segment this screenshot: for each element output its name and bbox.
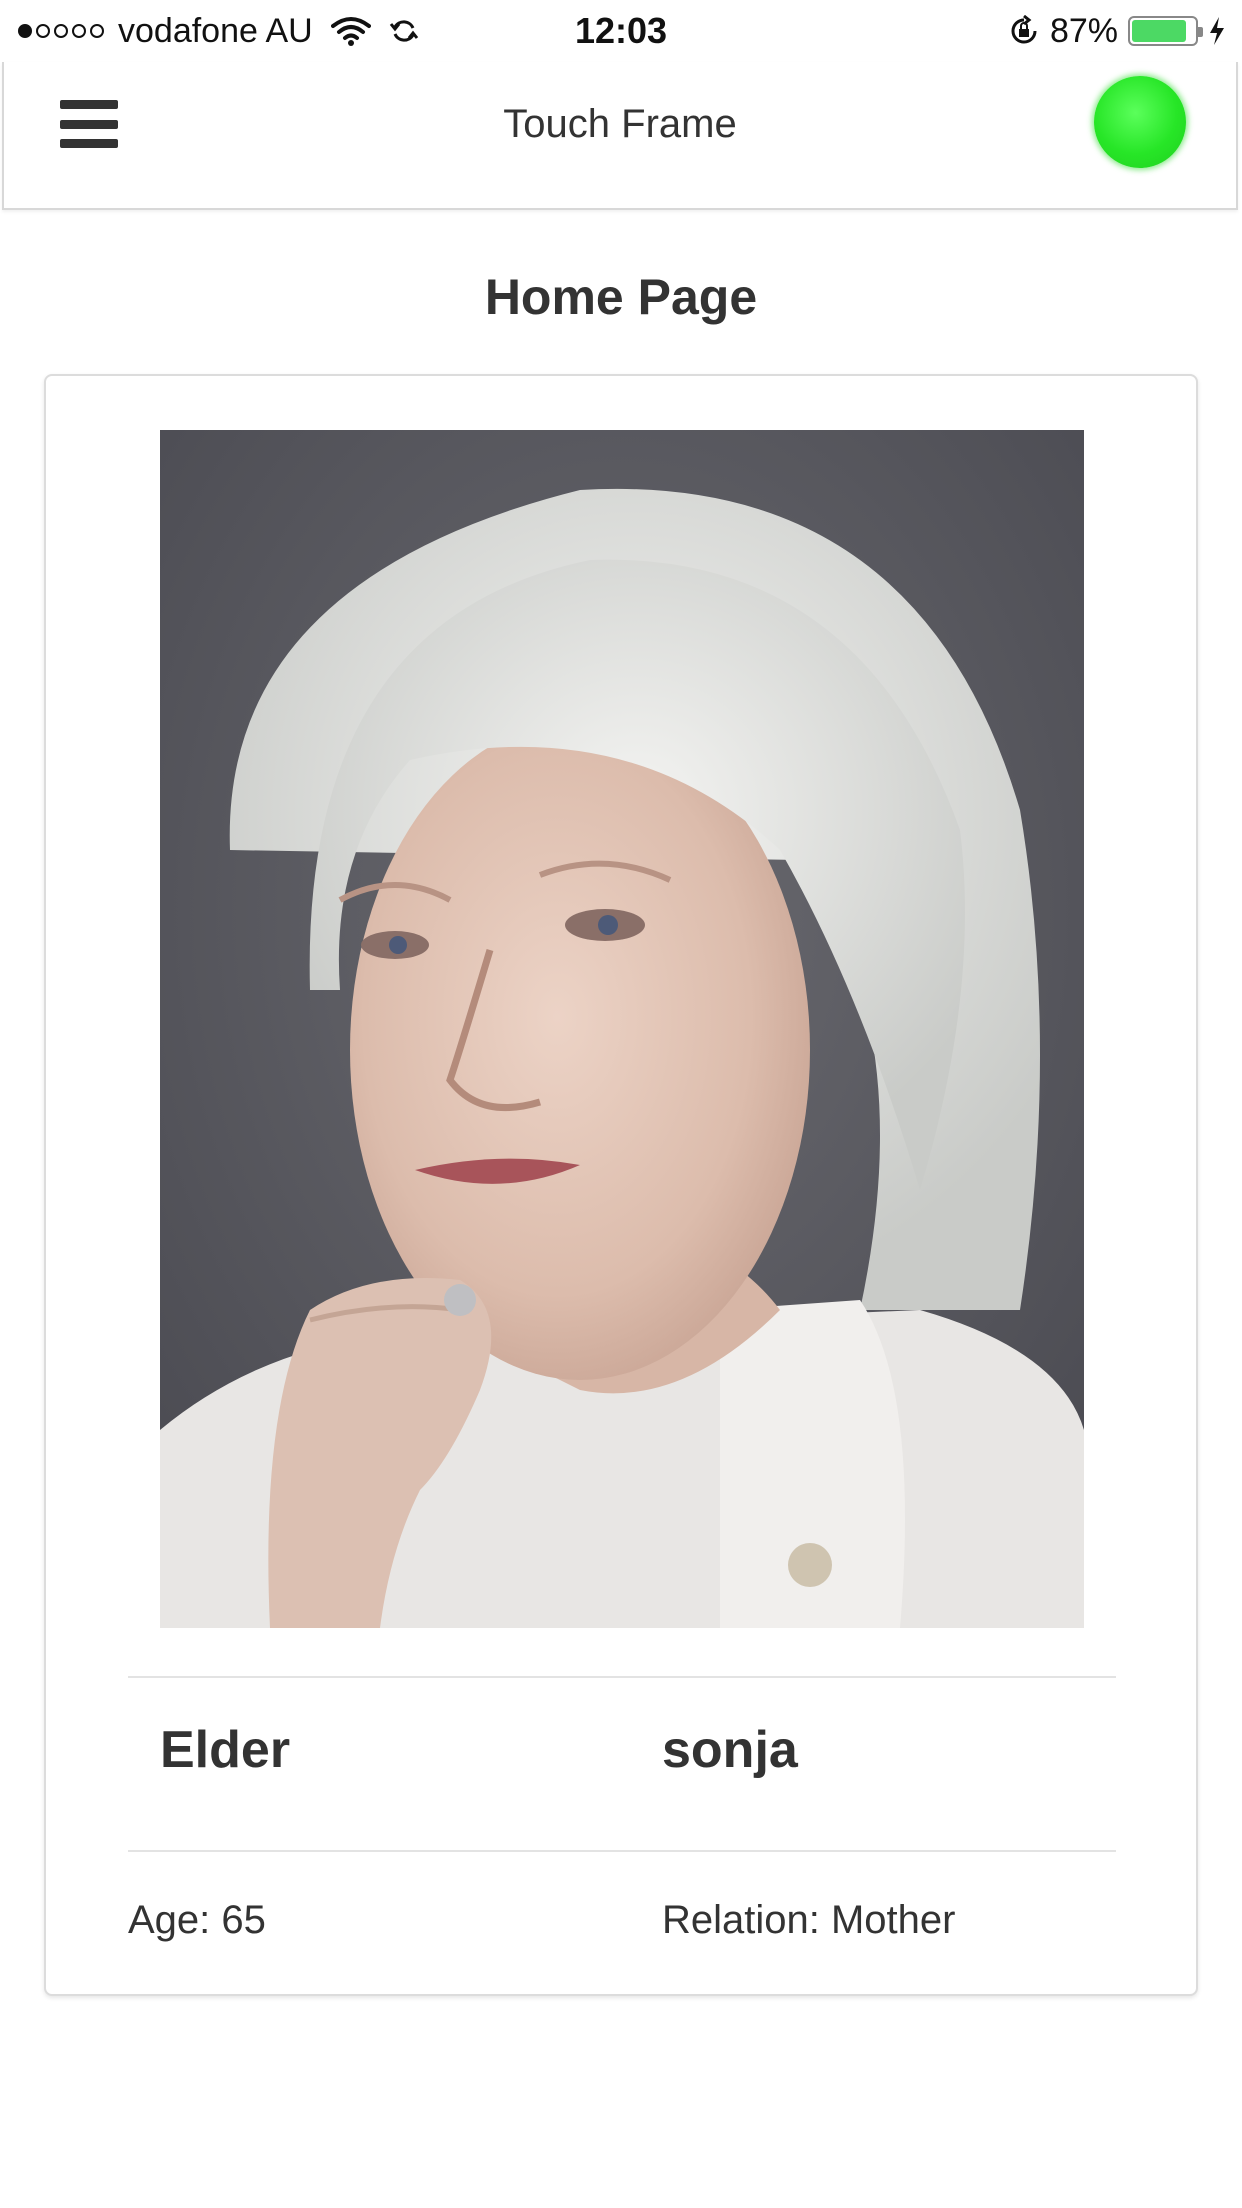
hamburger-menu-icon[interactable] (58, 94, 120, 154)
profile-card: Elder sonja Age: 65 Relation: Mother (44, 374, 1198, 1996)
profile-relation: Relation: Mother (662, 1898, 956, 1942)
charging-bolt-icon (1210, 17, 1224, 45)
status-right: 87% (1008, 0, 1226, 62)
carrier-name: vodafone AU (118, 11, 313, 50)
profile-photo (160, 430, 1084, 1628)
signal-dot (90, 24, 104, 38)
menu-line (60, 119, 118, 129)
battery-fill (1132, 20, 1186, 42)
battery-icon (1128, 16, 1203, 46)
menu-line (60, 139, 118, 148)
signal-dot (72, 24, 86, 38)
signal-dot (54, 24, 68, 38)
status-left: vodafone AU (18, 0, 419, 62)
signal-dot (36, 24, 50, 38)
wifi-icon (330, 17, 371, 46)
connection-status-indicator[interactable] (1094, 76, 1186, 168)
page-title: Home Page (484, 269, 758, 325)
profile-name: sonja (662, 1721, 798, 1779)
signal-dot (18, 24, 32, 38)
status-bar: vodafone AU 12:03 87% (0, 0, 1242, 62)
app-title: Touch Frame (503, 102, 737, 146)
battery-percent: 87% (1049, 11, 1118, 50)
profile-role: Elder (160, 1721, 291, 1779)
nav-bar: Touch Frame (2, 62, 1238, 210)
menu-line (60, 100, 118, 109)
rotation-lock-icon (1011, 15, 1037, 44)
divider (128, 1676, 1116, 1678)
divider (128, 1850, 1116, 1852)
signal-strength-icon (18, 24, 104, 38)
portrait-photo-icon (160, 430, 1084, 1628)
sync-icon (389, 20, 418, 42)
profile-age: Age: 65 (128, 1898, 266, 1942)
